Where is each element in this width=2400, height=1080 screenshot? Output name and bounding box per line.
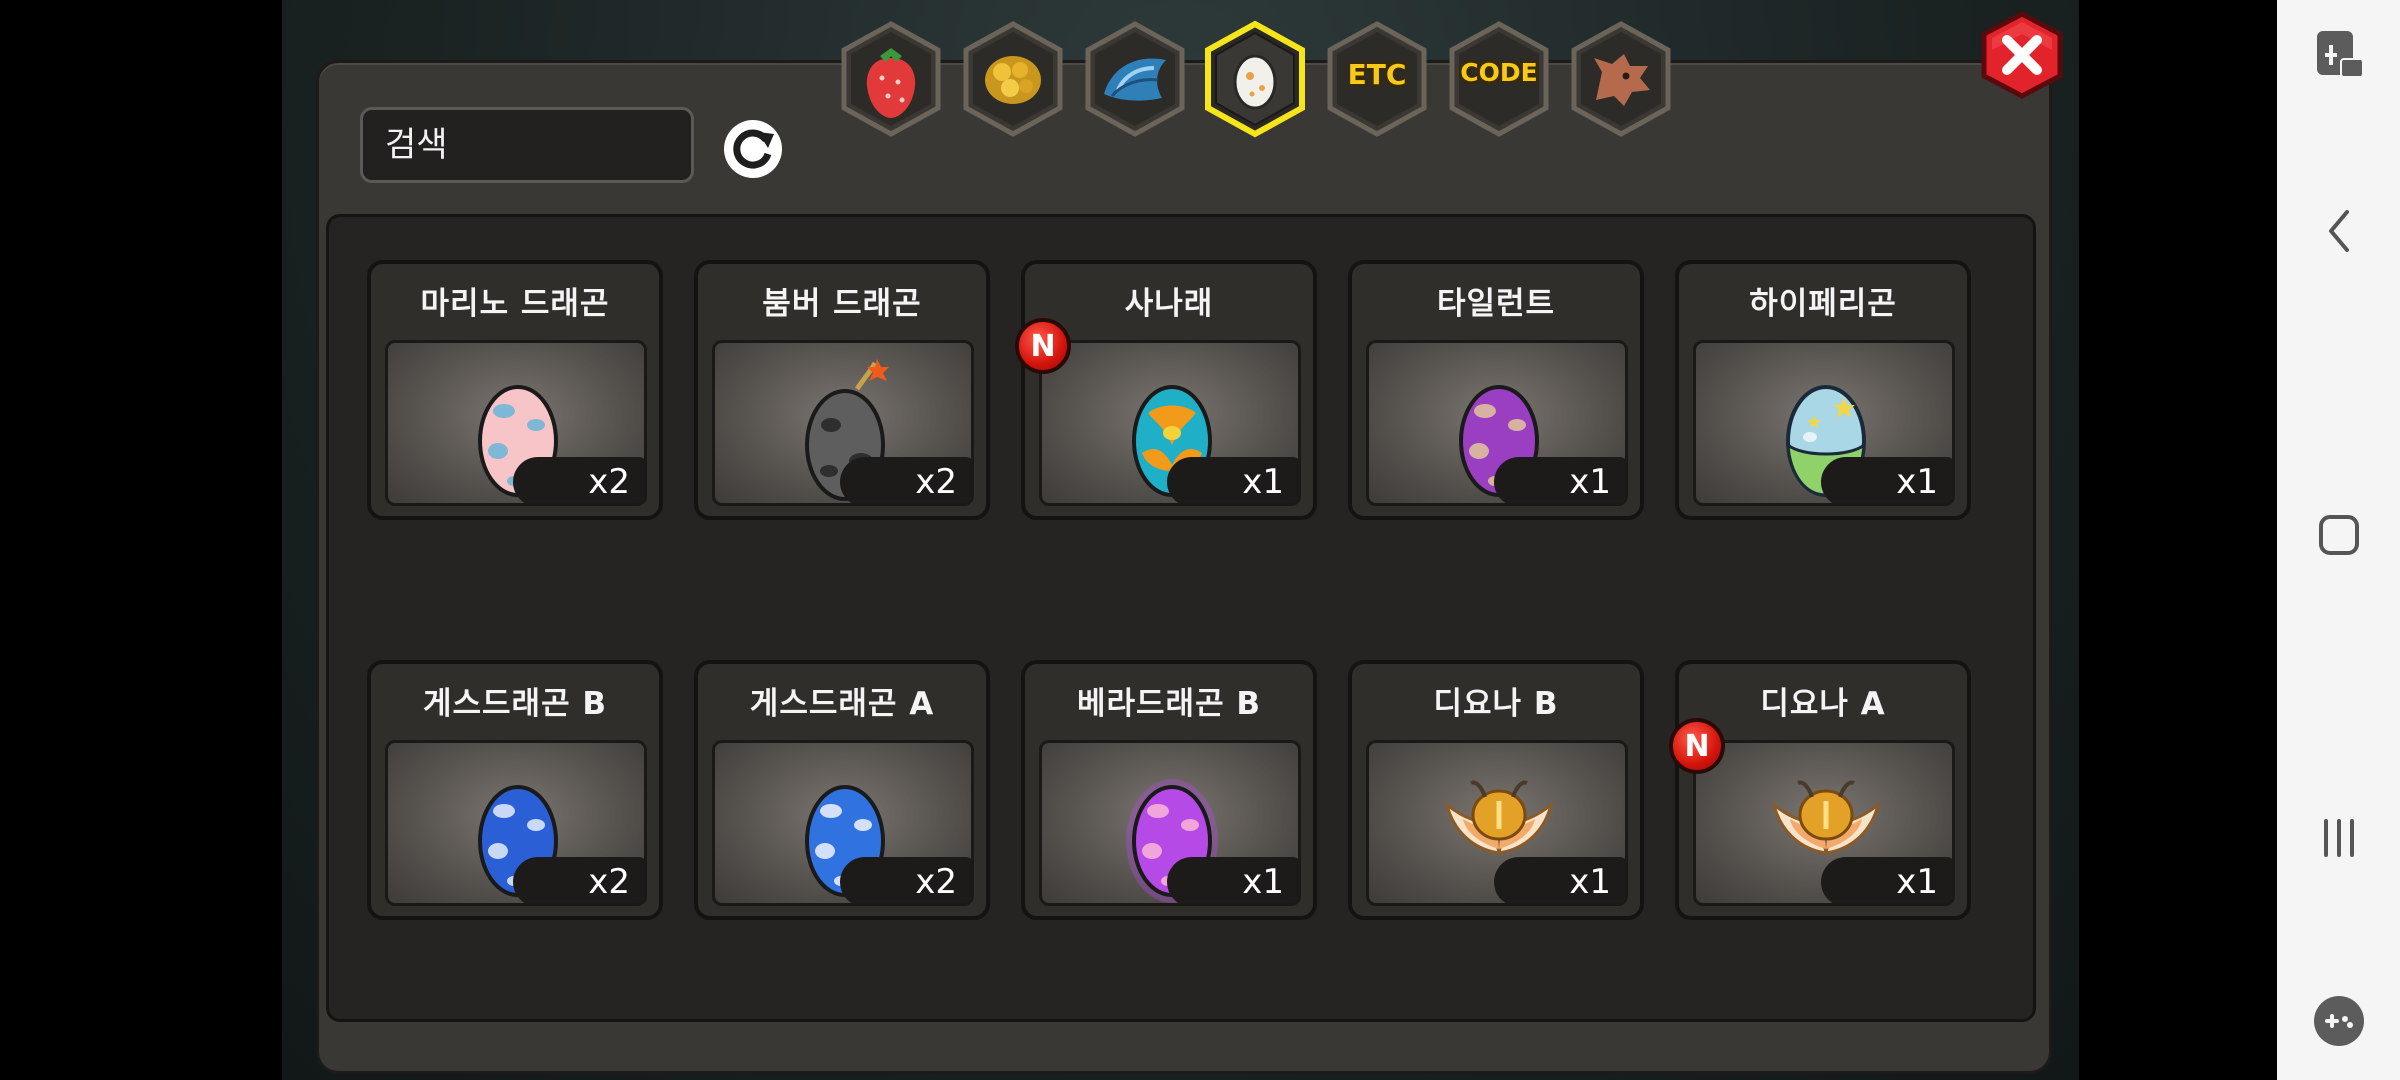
- item-card[interactable]: 하이페리곤 x1: [1675, 260, 1971, 520]
- tab-etc[interactable]: ETC: [1324, 20, 1430, 138]
- system-nav-bar: [2277, 0, 2400, 1080]
- close-icon[interactable]: [1980, 10, 2064, 100]
- tab-code-label: CODE: [1460, 58, 1538, 87]
- item-name: 붐버 드래곤: [762, 286, 922, 322]
- item-image-frame: x2: [712, 340, 974, 506]
- tab-fruit[interactable]: [838, 20, 944, 138]
- touch-protection-button[interactable]: [2277, 0, 2400, 110]
- gamepad-icon: [2313, 996, 2364, 1046]
- gold-ore-icon: [985, 56, 1041, 104]
- item-name: 타일런트: [1436, 286, 1556, 322]
- item-card[interactable]: 사나래 x1 N: [1015, 260, 1317, 520]
- item-name: 베라드래곤 B: [1076, 686, 1262, 722]
- item-name: 게스드래곤 B: [422, 686, 608, 722]
- item-image-frame: x1: [1366, 740, 1628, 906]
- item-quantity: x2: [840, 457, 971, 503]
- item-card[interactable]: 디요나 A x1 N: [1669, 660, 1971, 920]
- item-card[interactable]: 마리노 드래곤 x2: [367, 260, 663, 520]
- item-quantity: x2: [513, 857, 644, 903]
- item-card[interactable]: 베라드래곤 B x1: [1021, 660, 1317, 920]
- strawberry-icon: [866, 48, 916, 118]
- new-badge: N: [1669, 718, 1725, 774]
- tab-scale[interactable]: [1082, 20, 1188, 138]
- chevron-left-icon: [2328, 210, 2349, 252]
- item-image-frame: x2: [385, 340, 647, 506]
- item-image-frame: x1: [1693, 740, 1955, 906]
- item-image-frame: x1: [1693, 340, 1955, 506]
- item-name: 디요나 A: [1760, 686, 1886, 722]
- recents-button[interactable]: [2277, 783, 2400, 893]
- search-box[interactable]: [360, 107, 809, 183]
- item-card[interactable]: 디요나 B x1: [1348, 660, 1644, 920]
- home-square-icon: [2318, 515, 2359, 555]
- back-button[interactable]: [2277, 176, 2400, 286]
- dragon-head-icon: [1594, 54, 1650, 106]
- tab-etc-label: ETC: [1347, 58, 1407, 91]
- item-quantity: x1: [1821, 457, 1952, 503]
- blue-scale-icon: [1104, 58, 1166, 101]
- item-quantity: x1: [1167, 857, 1298, 903]
- egg-icon: [1233, 54, 1277, 110]
- item-card[interactable]: 타일런트 x1: [1348, 260, 1644, 520]
- item-image-frame: x1: [1366, 340, 1628, 506]
- tab-gold[interactable]: [960, 20, 1066, 138]
- item-quantity: x2: [840, 857, 971, 903]
- game-tools-button[interactable]: [2277, 966, 2400, 1076]
- touch-lock-icon: [2316, 31, 2364, 78]
- item-quantity: x1: [1821, 857, 1952, 903]
- item-name: 게스드래곤 A: [749, 686, 935, 722]
- item-image-frame: x1: [1039, 740, 1301, 906]
- item-card[interactable]: 붐버 드래곤 x2: [694, 260, 990, 520]
- item-quantity: x1: [1494, 857, 1625, 903]
- item-card[interactable]: 게스드래곤 B x2: [367, 660, 663, 920]
- item-quantity: x2: [513, 457, 644, 503]
- tab-dragon[interactable]: [1568, 20, 1674, 138]
- item-name: 디요나 B: [1433, 686, 1559, 722]
- item-image-frame: x2: [385, 740, 647, 906]
- item-quantity: x1: [1494, 457, 1625, 503]
- item-name: 사나래: [1124, 286, 1214, 322]
- item-card[interactable]: 게스드래곤 A x2: [694, 660, 990, 920]
- item-name: 하이페리곤: [1749, 286, 1897, 322]
- new-badge: N: [1015, 318, 1071, 374]
- item-name: 마리노 드래곤: [420, 286, 610, 322]
- recents-icon: [2323, 819, 2354, 857]
- refresh-icon[interactable]: [722, 118, 784, 180]
- item-image-frame: x2: [712, 740, 974, 906]
- home-button[interactable]: [2277, 480, 2400, 590]
- item-quantity: x1: [1167, 457, 1298, 503]
- tab-egg[interactable]: [1202, 20, 1308, 138]
- tab-code[interactable]: CODE: [1446, 20, 1552, 138]
- item-image-frame: x1: [1039, 340, 1301, 506]
